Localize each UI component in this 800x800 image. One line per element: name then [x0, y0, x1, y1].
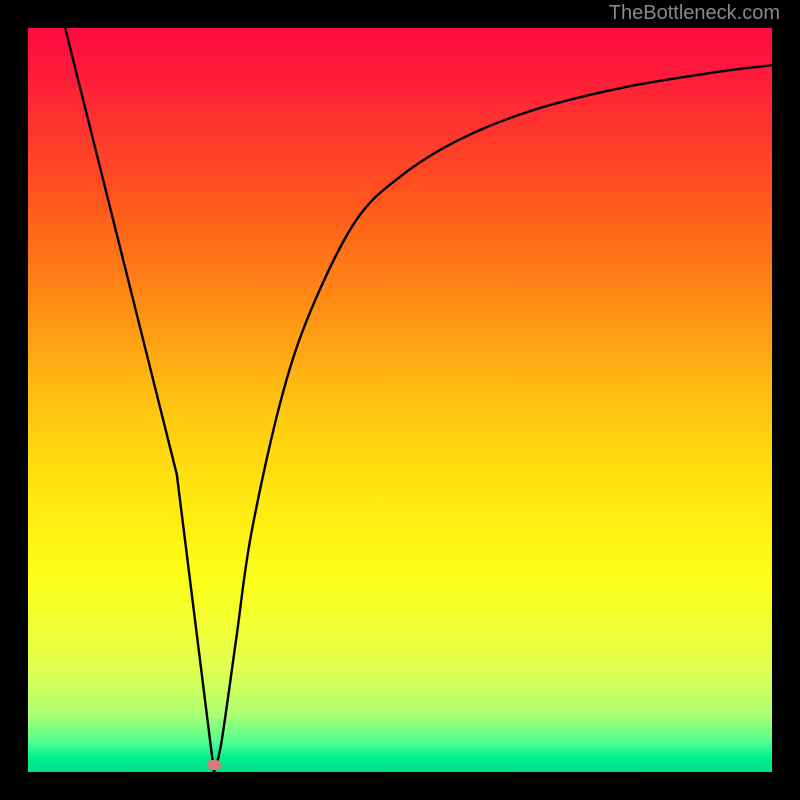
- bottleneck-curve: [28, 28, 772, 772]
- optimal-point-marker: [207, 760, 221, 770]
- curve-right: [214, 65, 772, 772]
- plot-area: [28, 28, 772, 772]
- attribution-text: TheBottleneck.com: [609, 2, 780, 25]
- curve-left: [65, 28, 214, 772]
